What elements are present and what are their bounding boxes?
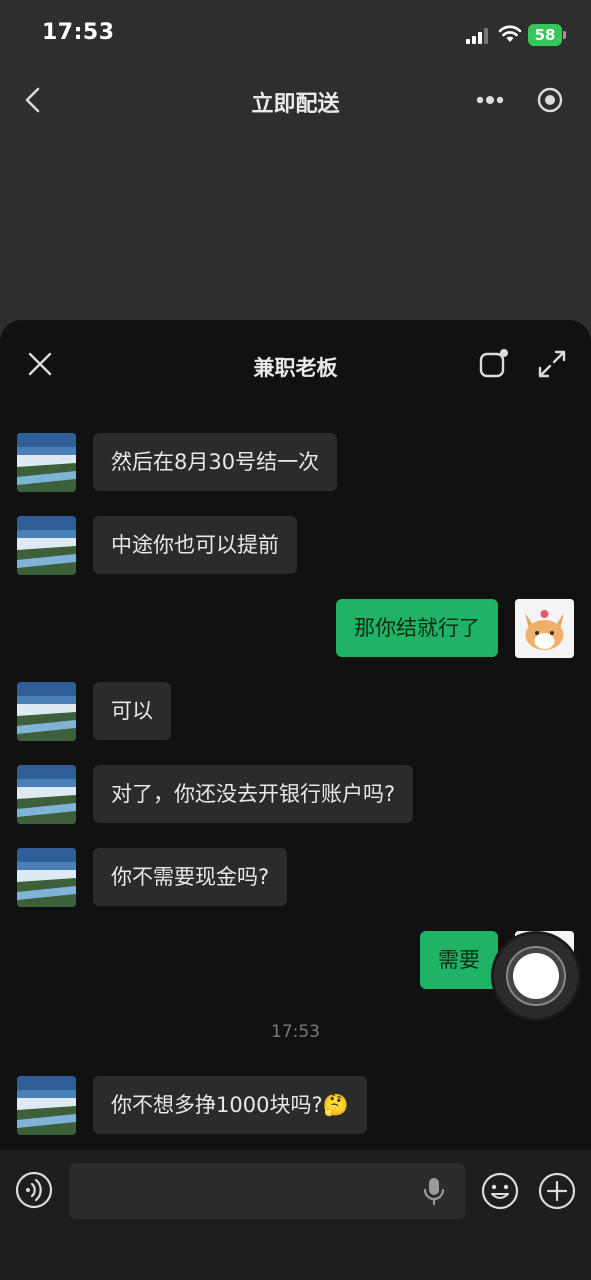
contact-avatar[interactable]	[17, 765, 76, 824]
status-bar: 17:53 58	[0, 0, 591, 70]
contact-avatar[interactable]	[17, 433, 76, 492]
message-bubble-received: 对了，你还没去开银行账户吗?	[93, 765, 414, 823]
contact-avatar[interactable]	[17, 1076, 76, 1135]
message-input[interactable]	[69, 1163, 465, 1219]
expand-icon[interactable]	[534, 346, 570, 382]
wifi-icon	[498, 25, 522, 42]
chat-sheet: 兼职老板 然后在8月30号结一次 中途你也可以提前 那你结就行了 可以 对了，你…	[0, 320, 591, 1280]
emoji-icon[interactable]	[480, 1171, 520, 1211]
message-bubble-received: 你不需要现金吗?	[93, 848, 288, 906]
compose-icon[interactable]	[476, 346, 512, 382]
voice-icon[interactable]	[14, 1170, 54, 1210]
status-time: 17:53	[42, 20, 115, 45]
contact-avatar[interactable]	[17, 682, 76, 741]
input-bar	[0, 1150, 591, 1280]
floating-record-button[interactable]	[494, 934, 578, 1018]
message-bubble-sent: 那你结就行了	[336, 599, 498, 657]
message-bubble-received: 中途你也可以提前	[93, 516, 297, 574]
user-avatar[interactable]	[515, 599, 574, 658]
battery-level: 58	[528, 24, 562, 46]
more-icon[interactable]	[470, 84, 510, 116]
signal-icon	[466, 28, 488, 44]
message-bubble-received: 可以	[93, 682, 171, 740]
mic-icon[interactable]	[420, 1176, 448, 1206]
top-nav: 立即配送	[0, 70, 591, 130]
battery-indicator: 58	[528, 24, 566, 46]
message-text: 你不想多挣1000块吗?	[111, 1093, 323, 1117]
contact-avatar[interactable]	[17, 516, 76, 575]
message-bubble-received: 你不想多挣1000块吗?🤔	[93, 1076, 367, 1134]
message-bubble-sent: 需要	[420, 931, 498, 989]
thinking-emoji: 🤔	[322, 1093, 349, 1117]
message-bubble-received: 然后在8月30号结一次	[93, 433, 338, 491]
target-icon[interactable]	[534, 84, 566, 116]
contact-avatar[interactable]	[17, 848, 76, 907]
message-timestamp: 17:53	[271, 1022, 320, 1042]
plus-icon[interactable]	[537, 1171, 577, 1211]
